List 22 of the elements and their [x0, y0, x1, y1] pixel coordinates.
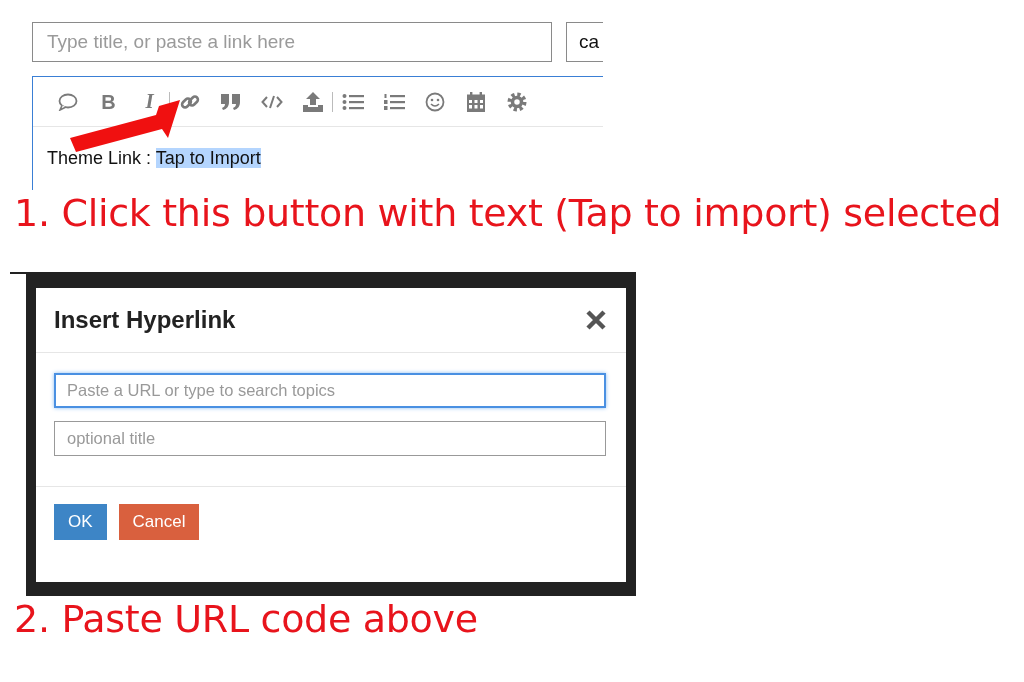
bold-button[interactable]: B	[101, 91, 116, 112]
settings-icon[interactable]	[506, 91, 527, 112]
step-caption: 2. Paste URL code above	[14, 597, 478, 641]
title-input[interactable]: optional title	[54, 421, 606, 456]
editor-text[interactable]: Theme Link : Tap to Import	[33, 127, 603, 169]
calendar-icon[interactable]	[465, 91, 486, 112]
bulleted-list-icon[interactable]	[341, 92, 364, 111]
speech-bubble-icon[interactable]	[57, 92, 78, 111]
cancel-button[interactable]: Cancel	[118, 504, 200, 540]
url-input[interactable]: Paste a URL or type to search topics	[54, 373, 606, 408]
title-input[interactable]: Type title, or paste a link here	[32, 22, 552, 62]
code-icon[interactable]	[260, 93, 283, 110]
step-caption: 1. Click this button with text (Tap to import) selected	[14, 191, 1002, 235]
italic-button[interactable]: I	[145, 89, 154, 114]
numbered-list-icon[interactable]	[382, 92, 405, 111]
quote-icon[interactable]	[219, 92, 242, 111]
close-icon[interactable]	[586, 310, 606, 330]
ok-button[interactable]: OK	[54, 504, 107, 540]
smiley-icon[interactable]	[424, 91, 445, 112]
upload-icon[interactable]	[301, 91, 324, 112]
category-field[interactable]: ca	[566, 22, 603, 62]
dialog-title: Insert Hyperlink	[54, 306, 236, 334]
